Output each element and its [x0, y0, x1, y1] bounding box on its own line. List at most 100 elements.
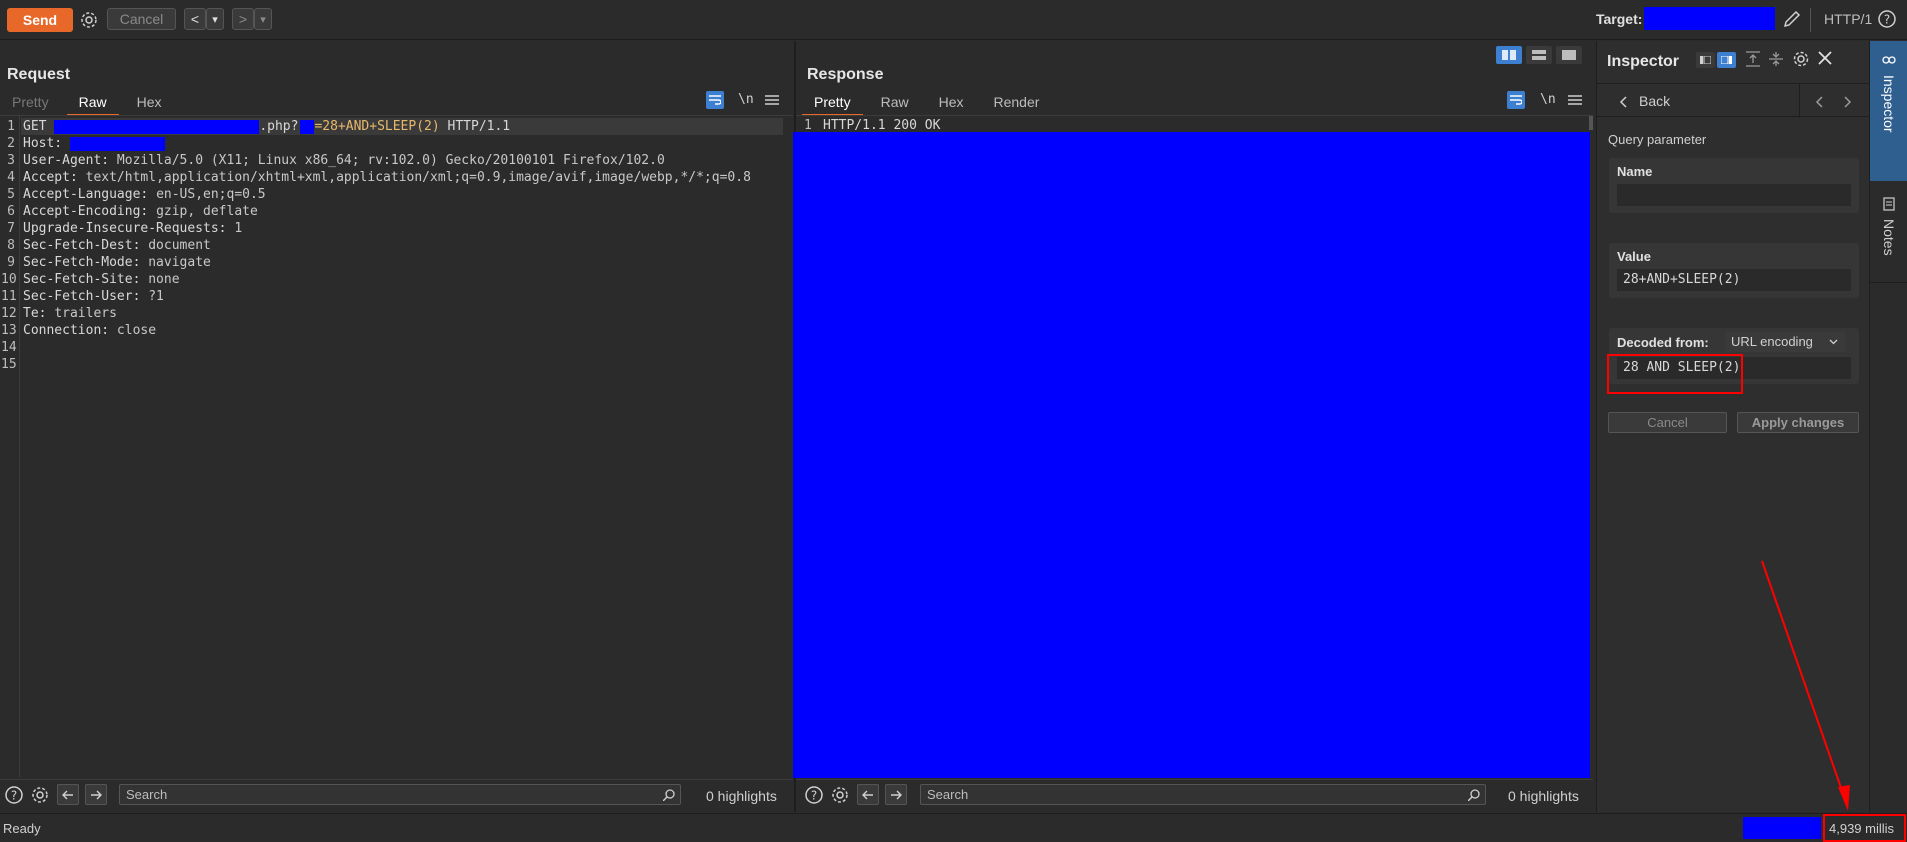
- response-tab-hex[interactable]: Hex: [927, 91, 976, 113]
- target-host-redacted[interactable]: [1644, 7, 1775, 30]
- line-number: 6: [7, 204, 15, 219]
- header-value: 1: [234, 221, 243, 236]
- response-search-bar: ? Search 0 highlights: [796, 779, 1593, 809]
- value-section: Value 28+AND+SLEEP(2): [1609, 243, 1859, 298]
- response-wrap-icon[interactable]: [1507, 91, 1525, 109]
- inspector-cancel-button[interactable]: Cancel: [1608, 412, 1727, 433]
- request-tab-hex[interactable]: Hex: [125, 91, 174, 113]
- help-icon[interactable]: ?: [1875, 7, 1899, 31]
- response-newline-toggle[interactable]: \n: [1540, 92, 1556, 107]
- protocol: HTTP/1.1: [439, 119, 511, 134]
- header-name: Accept-Encoding:: [23, 204, 157, 219]
- response-editor[interactable]: 1 HTTP/1.1 200 OK: [793, 115, 1593, 778]
- header-name: Sec-Fetch-Site:: [23, 272, 149, 287]
- layout-side-by-side-icon[interactable]: [1496, 46, 1522, 64]
- previous-match-arrow-icon[interactable]: [57, 784, 79, 805]
- header-value: none: [148, 272, 180, 287]
- inspector-back-button[interactable]: Back: [1639, 93, 1670, 109]
- request-line: 9 Sec-Fetch-Mode: navigate: [0, 254, 790, 271]
- search-icon: [1467, 788, 1480, 804]
- settings-gear-icon[interactable]: [28, 783, 52, 807]
- settings-gear-icon[interactable]: [828, 783, 852, 807]
- decoding-select[interactable]: URL encoding: [1725, 332, 1845, 352]
- status-ready: Ready: [3, 821, 41, 836]
- cancel-button[interactable]: Cancel: [107, 8, 176, 30]
- response-menu-icon[interactable]: [1568, 93, 1582, 109]
- inspector-next-icon[interactable]: [1844, 95, 1852, 111]
- settings-gear-icon[interactable]: [77, 8, 101, 32]
- line-number: 13: [1, 323, 17, 338]
- request-search-input[interactable]: Search: [119, 784, 681, 805]
- side-tab-inspector[interactable]: Inspector: [1870, 41, 1907, 181]
- request-wrap-icon[interactable]: [706, 91, 724, 109]
- request-tab-pretty[interactable]: Pretty: [0, 91, 61, 113]
- svg-text:?: ?: [811, 789, 817, 803]
- help-icon[interactable]: ?: [802, 783, 826, 807]
- name-field-redacted[interactable]: [1617, 184, 1851, 206]
- value-field[interactable]: 28+AND+SLEEP(2): [1617, 269, 1851, 291]
- request-menu-icon[interactable]: [765, 93, 779, 109]
- request-line: 8 Sec-Fetch-Dest: document: [0, 237, 790, 254]
- response-status-line: HTTP/1.1 200 OK: [823, 118, 941, 133]
- back-history-dropdown[interactable]: ▾: [206, 8, 224, 30]
- param-value[interactable]: =28+AND+SLEEP(2): [314, 119, 439, 134]
- header-name: User-Agent:: [23, 153, 117, 168]
- request-line: 2 Host:: [0, 135, 790, 152]
- forward-button[interactable]: >: [232, 8, 254, 30]
- side-tab-inspector-label: Inspector: [1881, 75, 1897, 133]
- next-match-arrow-icon[interactable]: [885, 784, 907, 805]
- line-number: 9: [7, 255, 15, 270]
- request-line: 12 Te: trailers: [0, 305, 790, 322]
- next-match-arrow-icon[interactable]: [85, 784, 107, 805]
- response-line-number: 1: [804, 118, 812, 133]
- side-tab-rail: Inspector Notes: [1869, 41, 1907, 812]
- line-content: GET .php? =28+AND+SLEEP(2) HTTP/1.1: [23, 118, 510, 135]
- inspector-layout-left-icon[interactable]: [1696, 52, 1715, 68]
- inspector-prev-icon[interactable]: [1815, 95, 1823, 111]
- search-icon: [662, 788, 675, 804]
- status-redacted: [1743, 817, 1821, 839]
- collapse-all-icon[interactable]: [1769, 51, 1783, 70]
- close-icon[interactable]: [1818, 51, 1832, 68]
- chevron-left-icon[interactable]: [1619, 95, 1627, 111]
- response-tab-render[interactable]: Render: [982, 91, 1052, 113]
- request-tab-raw[interactable]: Raw: [66, 91, 119, 116]
- layout-toggle-group: [1496, 46, 1582, 64]
- apply-changes-button[interactable]: Apply changes: [1737, 412, 1859, 433]
- response-search-input[interactable]: Search: [920, 784, 1486, 805]
- request-line: 4 Accept: text/html,application/xhtml+xml…: [0, 169, 790, 186]
- inspector-tab-icon: [1882, 56, 1896, 64]
- header-value: navigate: [148, 255, 211, 270]
- forward-history-dropdown[interactable]: ▾: [254, 8, 272, 30]
- layout-stacked-icon[interactable]: [1526, 46, 1552, 64]
- param-name-redacted: [300, 119, 315, 134]
- http-version-label[interactable]: HTTP/1: [1824, 11, 1872, 27]
- help-icon[interactable]: ?: [2, 783, 26, 807]
- request-editor[interactable]: 1 GET .php? =28+AND+SLEEP(2) HTTP/1.1 2 Host…: [0, 115, 793, 777]
- line-number: 3: [7, 153, 15, 168]
- annotation-highlight-box: [1607, 354, 1743, 394]
- response-scrollbar[interactable]: [1589, 116, 1593, 130]
- header-value: text/html,application/xhtml+xml,applicat…: [85, 170, 751, 185]
- layout-tabbed-icon[interactable]: [1556, 46, 1582, 64]
- svg-text:?: ?: [11, 789, 17, 803]
- line-number: 7: [7, 221, 15, 236]
- send-button[interactable]: Send: [7, 8, 73, 32]
- back-button[interactable]: <: [184, 8, 206, 30]
- inspector-layout-right-icon[interactable]: [1717, 52, 1736, 68]
- response-tab-raw[interactable]: Raw: [869, 91, 921, 113]
- expand-all-icon[interactable]: [1746, 51, 1760, 70]
- request-newline-toggle[interactable]: \n: [738, 92, 754, 107]
- line-number: 14: [1, 340, 17, 355]
- response-tabs: Pretty Raw Hex Render: [802, 91, 1052, 116]
- inspector-settings-gear-icon[interactable]: [1792, 50, 1810, 71]
- line-content: Accept: text/html,application/xhtml+xml,…: [23, 169, 751, 186]
- edit-pencil-icon[interactable]: [1780, 7, 1804, 31]
- response-tab-pretty[interactable]: Pretty: [802, 91, 863, 116]
- header-value: ?1: [148, 289, 164, 304]
- notes-icon: [1883, 197, 1895, 211]
- header-value: close: [116, 323, 157, 338]
- previous-match-arrow-icon[interactable]: [857, 784, 879, 805]
- decoding-select-value: URL encoding: [1731, 334, 1813, 349]
- side-tab-notes[interactable]: Notes: [1870, 183, 1907, 283]
